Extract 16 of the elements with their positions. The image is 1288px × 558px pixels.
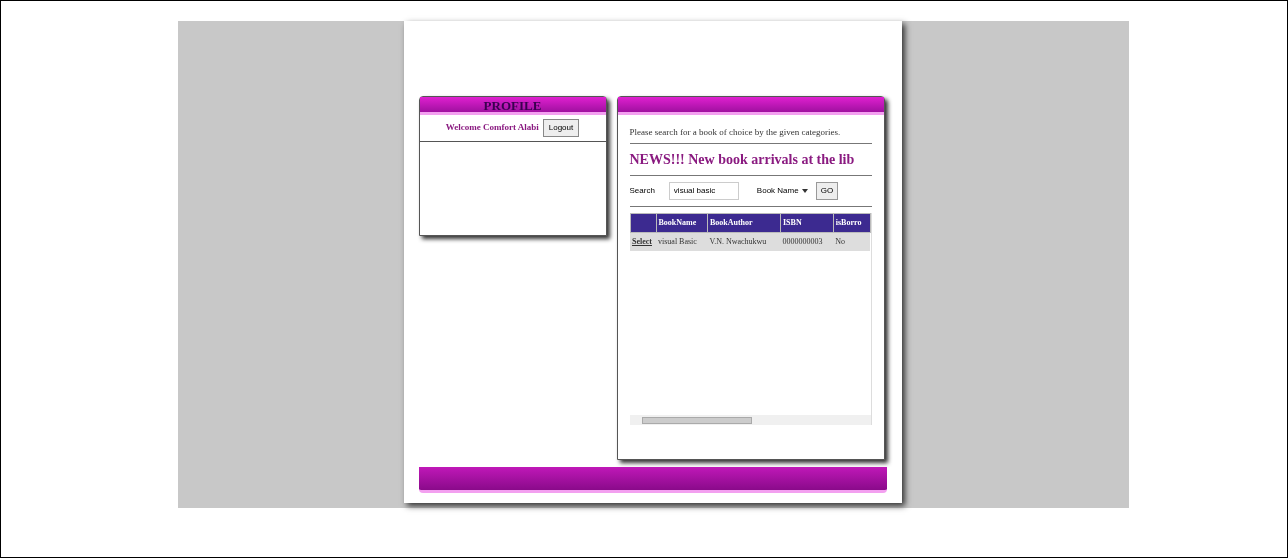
go-button[interactable]: GO [815,182,839,200]
column-header: BookAuthor [707,213,781,233]
search-label: Search [629,185,655,197]
column-header: BookName [656,213,708,233]
search-field[interactable]: visual basic [668,182,739,200]
table-header [630,213,656,233]
intro-text: Please search for a book of choice by the given categories. [629,127,872,144]
horizontal-scrollbar[interactable] [629,415,871,425]
news-heading: NEWS!!! New book arrivals at the lib [629,151,856,169]
panel-title: PROFILE [419,97,606,115]
column-header: isBorro [833,213,870,233]
column-header: ISBN [780,213,834,233]
logout-button[interactable]: Logout [542,119,580,137]
welcome-text: Welcome Comfort Alabi [445,121,539,135]
select-link[interactable]: Select [630,233,656,251]
category-select[interactable]: Book Name [754,185,810,197]
